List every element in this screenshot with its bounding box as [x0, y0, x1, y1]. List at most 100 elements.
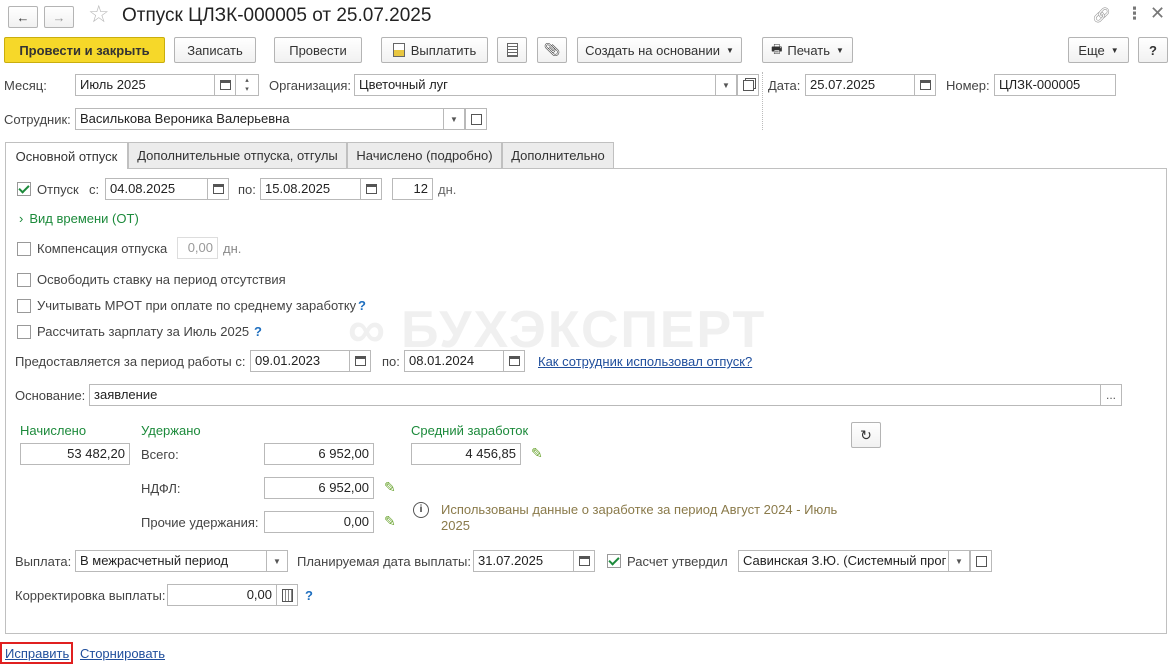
correction-field[interactable]: 0,00: [167, 584, 277, 606]
vacation-to-field[interactable]: 15.08.2025: [260, 178, 361, 200]
vacation-days-unit: дн.: [438, 182, 457, 197]
mrot-checkbox[interactable]: [17, 299, 31, 313]
organization-label: Организация:: [269, 78, 352, 93]
print-button[interactable]: 🖶︎ Печать ▼: [762, 37, 853, 63]
pay-button[interactable]: Выплатить: [381, 37, 488, 63]
tab-main-vacation[interactable]: Основной отпуск: [5, 142, 128, 169]
create-based-on-button[interactable]: Создать на основании ▼: [577, 37, 742, 63]
chevron-down-icon: ▼: [273, 556, 281, 566]
forward-button[interactable]: →: [44, 6, 74, 28]
other-withholdings-pencil-icon[interactable]: ✎: [384, 513, 396, 530]
save-button[interactable]: Записать: [174, 37, 256, 63]
mrot-help-icon[interactable]: ?: [358, 298, 366, 314]
help-button[interactable]: ?: [1138, 37, 1168, 63]
refresh-icon: ↻: [860, 426, 872, 443]
work-period-to-calendar[interactable]: [503, 350, 525, 372]
post-and-close-button[interactable]: Провести и закрыть: [4, 37, 165, 63]
time-type-expander[interactable]: › Вид времени (ОТ): [19, 211, 139, 227]
organization-dropdown-button[interactable]: ▼: [715, 74, 737, 96]
approver-field[interactable]: Савинская З.Ю. (Системный прог: [738, 550, 949, 572]
pay-button-label: Выплатить: [410, 42, 477, 58]
link-icon[interactable]: 🔗︎: [1092, 6, 1111, 24]
average-earnings-pencil-icon[interactable]: ✎: [531, 445, 543, 462]
compensation-days-field: 0,00: [177, 237, 218, 259]
tab-additional-vacations[interactable]: Дополнительные отпуска, отгулы: [128, 142, 347, 168]
vacation-from-field[interactable]: 04.08.2025: [105, 178, 208, 200]
arrow-left-icon: ←: [16, 9, 30, 25]
refresh-button[interactable]: ↻: [851, 422, 881, 448]
month-field[interactable]: Июль 2025: [75, 74, 215, 96]
tab-additional[interactable]: Дополнительно: [502, 142, 614, 168]
window-title: Отпуск ЦЛЗК-000005 от 25.07.2025: [122, 5, 432, 26]
work-period-from-field[interactable]: 09.01.2023: [250, 350, 350, 372]
calc-salary-checkbox[interactable]: [17, 325, 31, 339]
post-button[interactable]: Провести: [274, 37, 362, 63]
back-button[interactable]: ←: [8, 6, 38, 28]
fix-link[interactable]: Исправить: [5, 646, 69, 662]
close-icon[interactable]: ✕: [1150, 3, 1165, 24]
basis-field[interactable]: заявление: [89, 384, 1101, 406]
planned-date-field[interactable]: 31.07.2025: [473, 550, 574, 572]
accrued-field: 53 482,20: [20, 443, 130, 465]
basis-label: Основание:: [15, 388, 86, 403]
stepper-up-icon[interactable]: ▴: [245, 76, 249, 85]
chevron-down-icon: ▼: [1110, 45, 1119, 55]
calc-salary-label: Рассчитать зарплату за Июль 2025: [37, 324, 250, 339]
vacation-checkbox[interactable]: [17, 182, 31, 196]
organization-field[interactable]: Цветочный луг: [354, 74, 716, 96]
basis-select-button[interactable]: ...: [1100, 384, 1122, 406]
mrot-label: Учитывать МРОТ при оплате по среднему за…: [37, 298, 357, 313]
more-button[interactable]: Еще ▼: [1068, 37, 1129, 63]
chevron-down-icon: ▼: [722, 80, 730, 90]
chevron-right-icon: ›: [19, 211, 24, 226]
stepper-down-icon[interactable]: ▾: [245, 85, 249, 94]
number-field[interactable]: ЦЛЗК-000005: [994, 74, 1116, 96]
favorite-star-icon[interactable]: ☆: [88, 2, 110, 28]
month-label: Месяц:: [4, 78, 47, 93]
chevron-down-icon: ▼: [725, 45, 734, 55]
other-withholdings-field: 0,00: [264, 511, 374, 533]
vacation-days-field[interactable]: 12: [392, 178, 433, 200]
employee-dropdown-button[interactable]: ▼: [443, 108, 465, 130]
employee-field[interactable]: Василькова Вероника Валерьевна: [75, 108, 444, 130]
vacation-from-calendar[interactable]: [207, 178, 229, 200]
open-form-icon: [975, 555, 987, 567]
approver-dropdown-button[interactable]: ▼: [948, 550, 970, 572]
attach-button[interactable]: 📎︎: [537, 37, 567, 63]
calculator-icon: [281, 588, 293, 602]
work-period-to-field[interactable]: 08.01.2024: [404, 350, 504, 372]
compensation-checkbox[interactable]: [17, 242, 31, 256]
payment-dropdown-button[interactable]: ▼: [266, 550, 288, 572]
work-period-from-calendar[interactable]: [349, 350, 371, 372]
approved-checkbox[interactable]: [607, 554, 621, 568]
correction-help-icon[interactable]: ?: [305, 588, 313, 604]
calendar-icon: [919, 80, 931, 90]
vacation-to-calendar[interactable]: [360, 178, 382, 200]
free-rate-checkbox[interactable]: [17, 273, 31, 287]
more-vertical-icon[interactable]: ⋮: [1126, 4, 1143, 24]
approver-open-button[interactable]: [970, 550, 992, 572]
calc-salary-help-icon[interactable]: ?: [254, 324, 262, 340]
ndfl-edit-pencil-icon[interactable]: ✎: [384, 479, 396, 496]
employee-open-button[interactable]: [465, 108, 487, 130]
correction-calculator-button[interactable]: [276, 584, 298, 606]
planned-date-calendar[interactable]: [573, 550, 595, 572]
compensation-label: Компенсация отпуска: [37, 241, 168, 256]
reverse-link[interactable]: Сторнировать: [80, 646, 165, 662]
list-button[interactable]: [497, 37, 527, 63]
date-calendar-button[interactable]: [914, 74, 936, 96]
payment-field[interactable]: В межрасчетный период: [75, 550, 267, 572]
organization-open-button[interactable]: [737, 74, 759, 96]
calendar-icon: [212, 184, 224, 194]
date-field[interactable]: 25.07.2025: [805, 74, 915, 96]
month-calendar-button[interactable]: [214, 74, 236, 96]
vacation-label: Отпуск: [37, 182, 79, 197]
calendar-icon: [354, 356, 366, 366]
approved-label: Расчет утвердил: [627, 554, 728, 569]
number-label: Номер:: [946, 78, 990, 93]
month-stepper[interactable]: ▴ ▾: [235, 74, 259, 96]
vacation-usage-link[interactable]: Как сотрудник использовал отпуск?: [538, 354, 752, 370]
average-earnings-label: Средний заработок: [411, 423, 529, 438]
tab-accrued-detailed[interactable]: Начислено (подробно): [347, 142, 502, 168]
accrued-label: Начислено: [20, 423, 87, 438]
